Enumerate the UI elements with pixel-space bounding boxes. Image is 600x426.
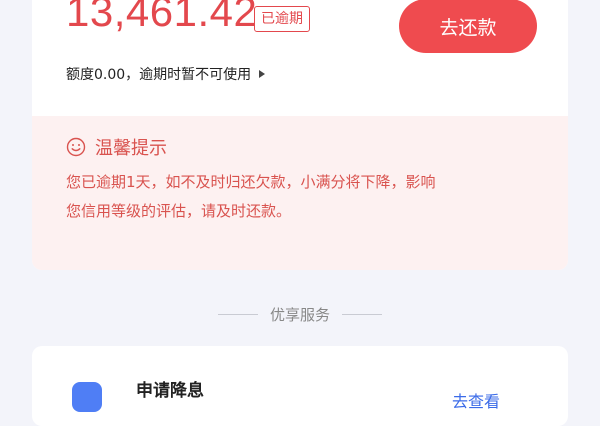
tip-message: 您已逾期1天，如不及时归还欠款，小满分将下降，影响 您信用等级的评估，请及时还款… <box>66 168 546 226</box>
service-view-link[interactable]: 去查看 <box>452 388 500 412</box>
service-card[interactable]: 申请降息 去查看 <box>32 346 568 426</box>
quota-link[interactable]: 额度0.00，逾期时暂不可使用 <box>66 64 266 84</box>
tip-title: 温馨提示 <box>95 138 167 159</box>
service-icon <box>72 382 102 412</box>
chevron-right-icon <box>259 70 266 78</box>
divider-left <box>217 314 258 315</box>
divider-right <box>342 314 382 315</box>
smile-icon <box>66 137 86 157</box>
quota-text: 额度0.00，逾期时暂不可使用 <box>66 67 252 83</box>
tip-line-1: 您已逾期1天，如不及时归还欠款，小满分将下降，影响 <box>66 173 436 191</box>
service-title: 申请降息 <box>136 381 204 401</box>
services-section-title: 优享服务 <box>269 306 330 324</box>
services-section-header: 优享服务 <box>0 304 600 325</box>
account-card: 13,461.42 已逾期 去还款 额度0.00，逾期时暂不可使用 温馨提示 您… <box>32 0 568 270</box>
tip-header: 温馨提示 <box>66 134 167 160</box>
repay-button[interactable]: 去还款 <box>399 0 537 53</box>
overdue-amount: 13,461.42 <box>66 0 258 35</box>
tip-box: 温馨提示 您已逾期1天，如不及时归还欠款，小满分将下降，影响 您信用等级的评估，… <box>32 116 568 270</box>
status-badge: 已逾期 <box>254 6 310 32</box>
tip-line-2: 您信用等级的评估，请及时还款。 <box>66 202 292 220</box>
